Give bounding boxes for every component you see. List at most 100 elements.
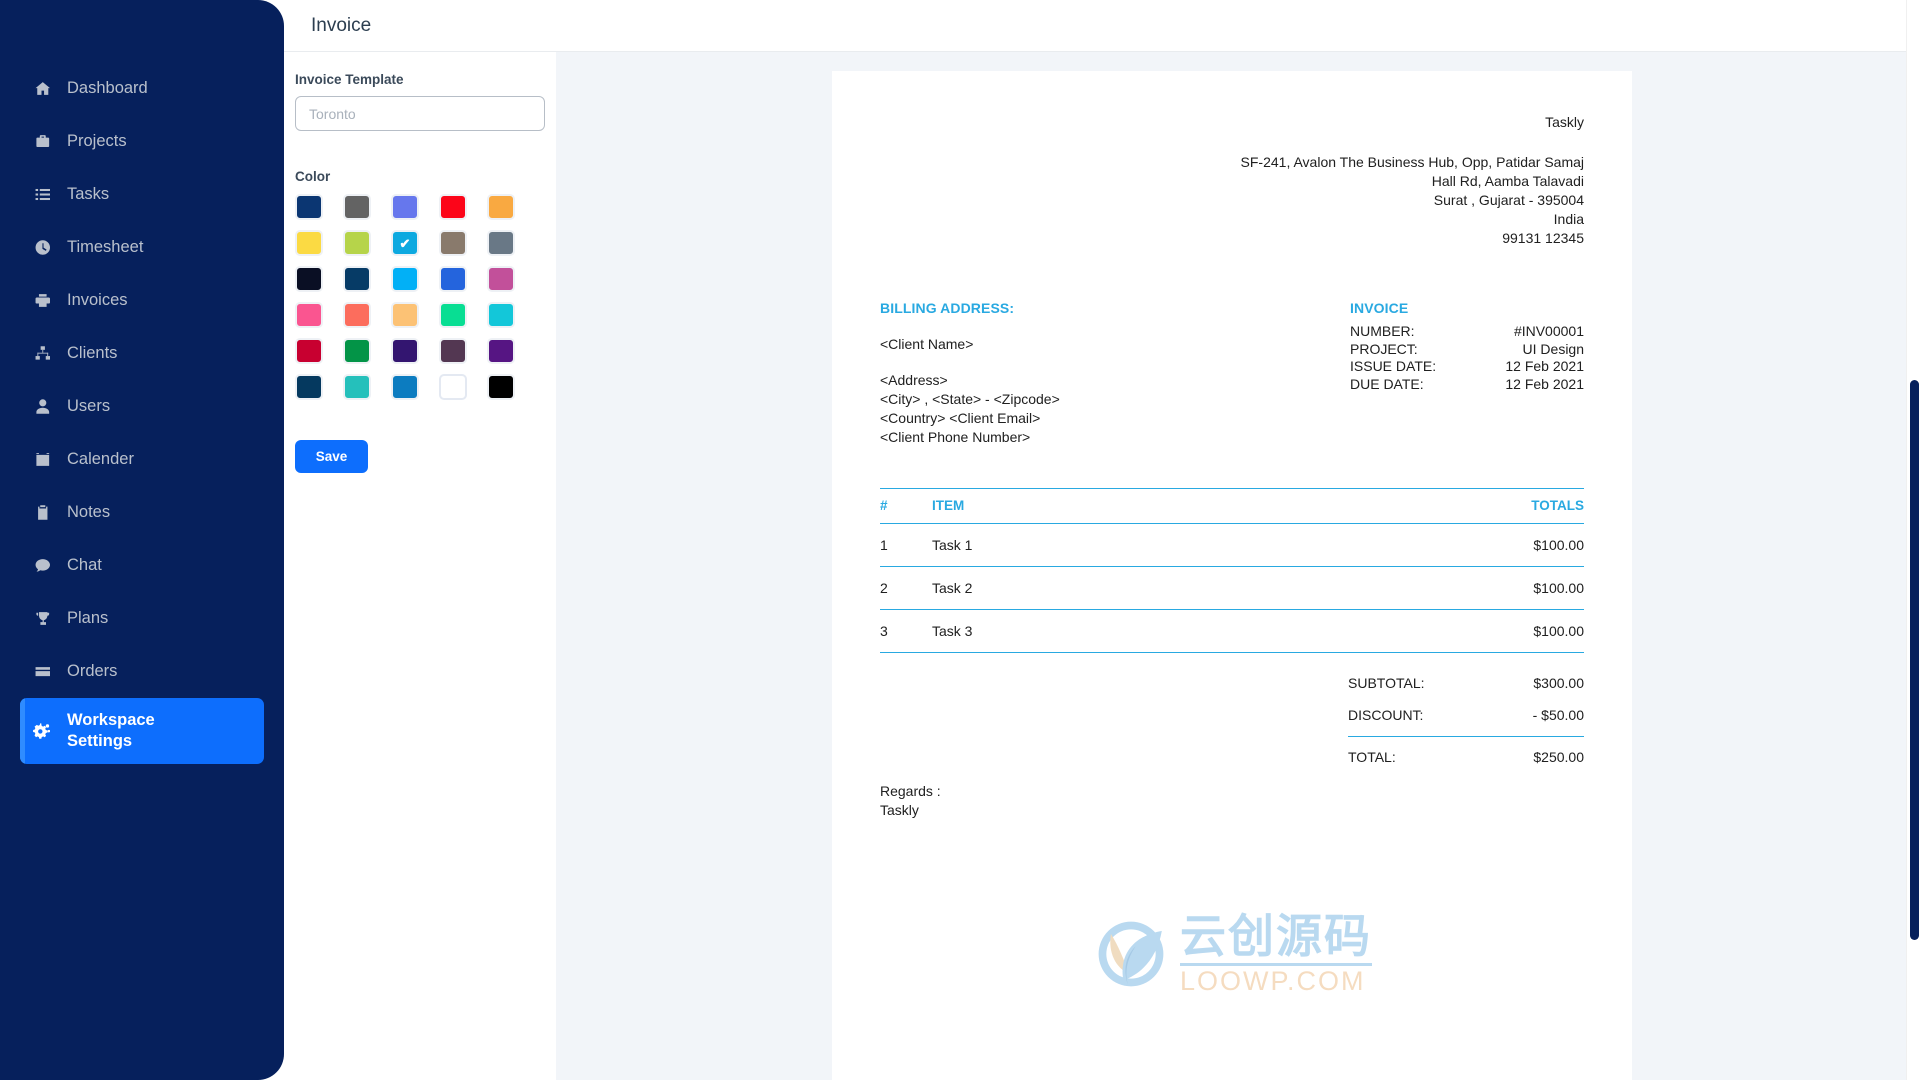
color-swatch[interactable]: [295, 374, 323, 400]
save-button[interactable]: Save: [295, 440, 368, 473]
invoice-meta-heading: INVOICE: [1350, 300, 1409, 317]
color-swatch[interactable]: [295, 302, 323, 328]
totals-value: - $50.00: [1532, 707, 1584, 724]
items-table-body: 1 Task 1 $100.00 2 Task 2 $100.00 3 Task 3 $100.…: [880, 523, 1584, 654]
home-icon: [33, 80, 67, 97]
briefcase-icon: [33, 133, 67, 150]
sidebar-nav-list: Dashboard Projects Tasks Timesheet Invoices C…: [0, 62, 284, 764]
company-address-line: India: [1553, 211, 1584, 228]
sidebar-item-orders[interactable]: Orders: [20, 645, 264, 698]
color-swatch[interactable]: [295, 266, 323, 292]
sidebar-item-timesheet[interactable]: Timesheet: [20, 221, 264, 274]
color-swatch[interactable]: [439, 266, 467, 292]
invoice-template-label: Invoice Template: [295, 72, 404, 87]
invoice-settings-panel: Invoice Template Color ✔ Save: [284, 52, 556, 1080]
chat-bubble-icon: [33, 557, 67, 574]
color-swatch[interactable]: [391, 302, 419, 328]
gears-icon: [33, 722, 67, 740]
invoice-document: Taskly SF-241, Avalon The Business Hub, …: [832, 71, 1632, 1080]
color-swatch[interactable]: [439, 374, 467, 400]
color-swatch[interactable]: [343, 374, 371, 400]
sidebar-item-plans[interactable]: Plans: [20, 592, 264, 645]
invoice-meta-value: 12 Feb 2021: [1505, 358, 1584, 375]
company-name: Taskly: [1545, 114, 1584, 130]
invoice-meta-key: NUMBER:: [1350, 323, 1415, 340]
color-swatch[interactable]: [391, 194, 419, 220]
item-total: $100.00: [1215, 609, 1584, 654]
color-swatch[interactable]: [487, 302, 515, 328]
item-index: 2: [880, 566, 932, 611]
sidebar-item-label: Projects: [67, 131, 127, 150]
item-name: Task 3: [932, 609, 1216, 654]
sidebar-item-chat[interactable]: Chat: [20, 539, 264, 592]
color-swatch[interactable]: [295, 230, 323, 256]
billing-address-line: <Client Phone Number>: [880, 429, 1031, 446]
color-swatch[interactable]: [439, 230, 467, 256]
col-header-index: #: [880, 488, 932, 525]
color-swatch[interactable]: [487, 266, 515, 292]
item-name: Task 1: [932, 523, 1216, 568]
watermark-underline: [1180, 963, 1372, 966]
sidebar-item-label: Calender: [67, 449, 134, 468]
color-swatch[interactable]: [391, 338, 419, 364]
sidebar-item-workspace-settings[interactable]: Workspace Settings: [20, 698, 264, 764]
sidebar-item-tasks[interactable]: Tasks: [20, 168, 264, 221]
color-swatch[interactable]: [343, 230, 371, 256]
invoice-meta-value: 12 Feb 2021: [1505, 375, 1584, 392]
color-swatch[interactable]: [439, 194, 467, 220]
color-swatch[interactable]: [439, 302, 467, 328]
color-swatch[interactable]: [343, 302, 371, 328]
company-address-line: Hall Rd, Aamba Talavadi: [1431, 173, 1584, 190]
invoice-footer-regards: Regards : Taskly: [880, 782, 1584, 820]
sidebar-item-users[interactable]: Users: [20, 380, 264, 433]
items-header-row: # ITEM TOTALS: [880, 488, 1584, 525]
color-swatch[interactable]: [487, 230, 515, 256]
page-scrollbar-track[interactable]: [1906, 0, 1920, 1080]
color-swatch[interactable]: [295, 194, 323, 220]
color-swatch[interactable]: [487, 374, 515, 400]
invoice-template-input[interactable]: [295, 96, 545, 131]
sidebar-item-label: Users: [67, 396, 111, 415]
main-area: Invoice Invoice Template Color ✔ Save Ta…: [284, 0, 1920, 1080]
color-swatch-selected[interactable]: ✔: [391, 230, 419, 256]
sidebar-item-label: Clients: [67, 343, 118, 362]
totals-value: $300.00: [1533, 675, 1584, 692]
sidebar-item-label: Dashboard: [67, 78, 148, 97]
sidebar-item-dashboard[interactable]: Dashboard: [20, 62, 264, 115]
watermark-cn-text: 云创源码: [1180, 909, 1372, 963]
color-swatch[interactable]: [343, 194, 371, 220]
color-swatch[interactable]: [439, 338, 467, 364]
item-total: $100.00: [1215, 566, 1584, 611]
invoice-meta-value: UI Design: [1522, 340, 1584, 357]
color-swatch[interactable]: [391, 266, 419, 292]
page-scrollbar-thumb[interactable]: [1910, 380, 1919, 940]
sidebar-item-calender[interactable]: Calender: [20, 433, 264, 486]
page-title: Invoice: [311, 14, 372, 36]
totals-label: DISCOUNT:: [1348, 707, 1424, 724]
sidebar-item-notes[interactable]: Notes: [20, 486, 264, 539]
invoice-items-table: # ITEM TOTALS 1 Task 1 $100.00 2 Task 2 $100.…: [880, 488, 1584, 654]
sidebar-item-invoices[interactable]: Invoices: [20, 274, 264, 327]
color-swatch[interactable]: [391, 374, 419, 400]
totals-value: $250.00: [1533, 749, 1584, 766]
col-header-totals: TOTALS: [1215, 488, 1584, 525]
totals-label: SUBTOTAL:: [1348, 675, 1425, 692]
items-table-head: # ITEM TOTALS: [880, 488, 1584, 525]
color-swatch[interactable]: [487, 194, 515, 220]
invoice-meta-row: DUE DATE: 12 Feb 2021: [1350, 376, 1584, 394]
color-swatch-grid: ✔: [295, 194, 556, 410]
sidebar-item-label: Tasks: [67, 184, 110, 203]
color-swatch[interactable]: [487, 338, 515, 364]
app-root: Dashboard Projects Tasks Timesheet Invoices C…: [0, 0, 1920, 1080]
invoice-meta-value: #INV00001: [1513, 323, 1584, 340]
color-swatch[interactable]: [295, 338, 323, 364]
list-icon: [33, 186, 67, 203]
color-swatch[interactable]: [343, 338, 371, 364]
table-row: 3 Task 3 $100.00: [880, 609, 1584, 654]
invoice-preview-area: Taskly SF-241, Avalon The Business Hub, …: [556, 52, 1920, 1080]
billing-client-name: <Client Name>: [880, 336, 974, 353]
sitemap-icon: [33, 345, 67, 362]
sidebar-item-clients[interactable]: Clients: [20, 327, 264, 380]
sidebar-item-projects[interactable]: Projects: [20, 115, 264, 168]
color-swatch[interactable]: [343, 266, 371, 292]
